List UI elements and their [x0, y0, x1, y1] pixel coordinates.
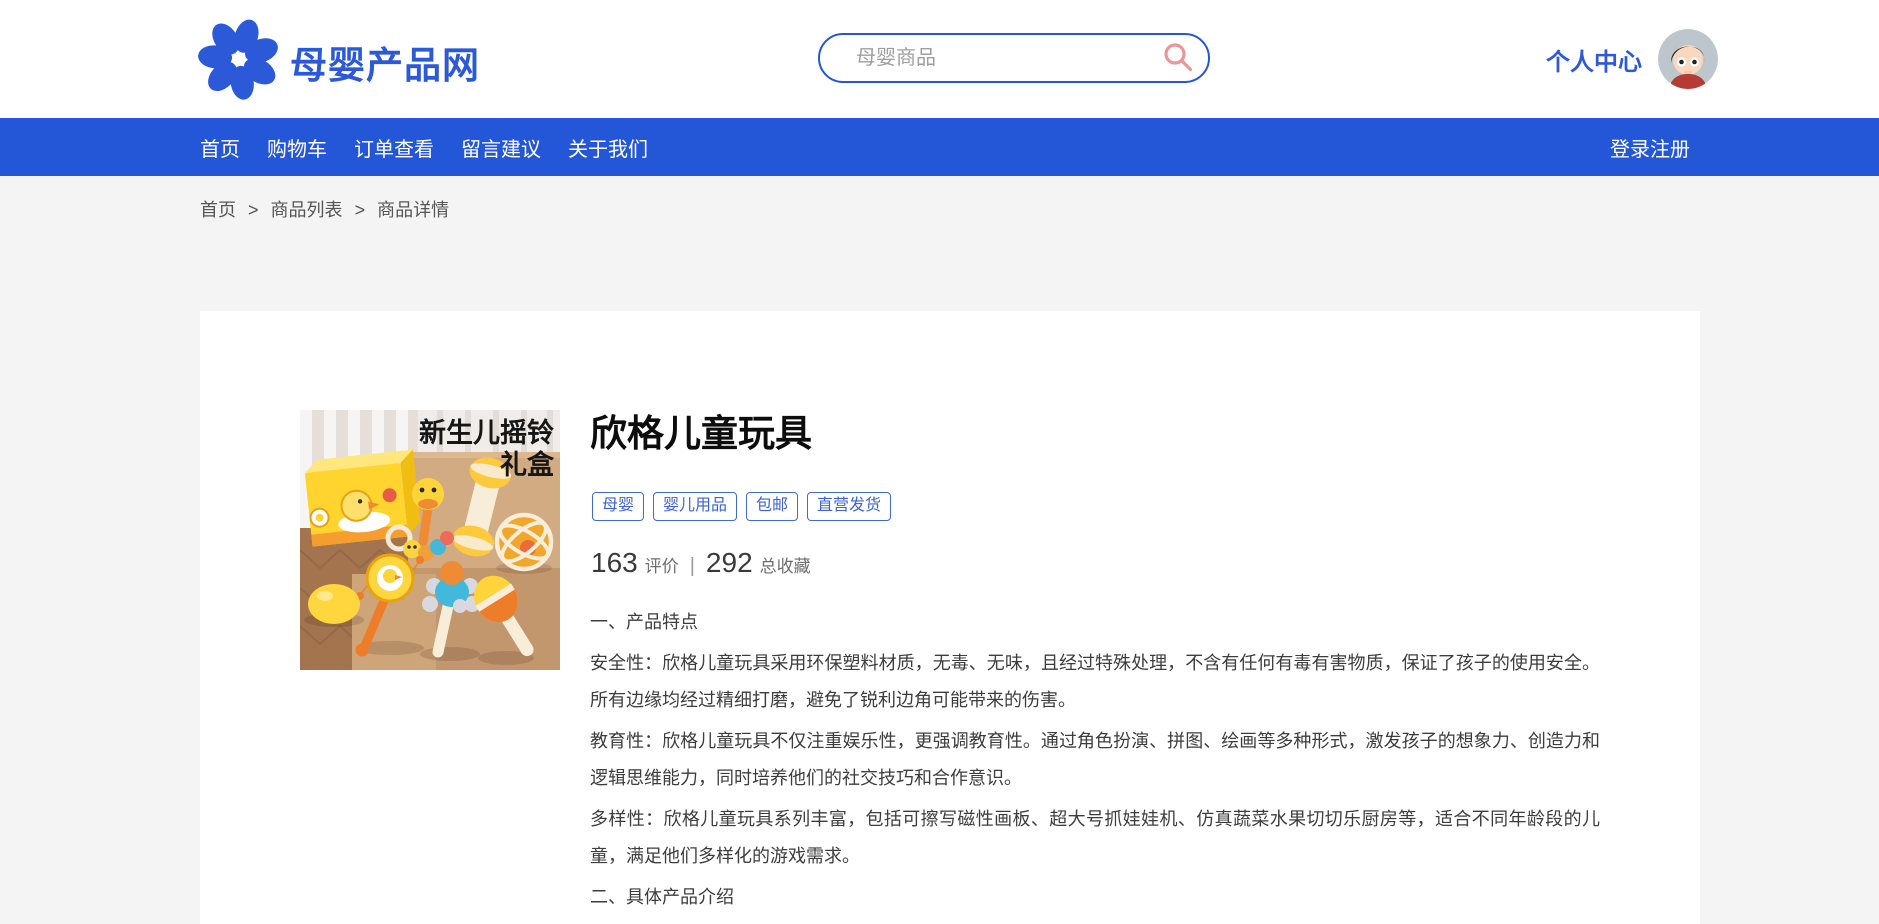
search-button[interactable]	[1162, 41, 1194, 76]
product-tags: 母婴 婴儿用品 包邮 直营发货	[592, 492, 891, 521]
search-icon	[1162, 41, 1194, 76]
site-logo[interactable]: 母婴产品网	[198, 18, 480, 105]
favorites-label: 总收藏	[760, 552, 811, 577]
nav-item-orders[interactable]: 订单查看	[354, 133, 434, 162]
tag-muying: 母婴	[592, 492, 644, 521]
nav-item-cart[interactable]: 购物车	[267, 133, 327, 162]
user-center-link[interactable]: 个人中心	[1546, 42, 1642, 77]
flower-logo-icon	[198, 18, 280, 105]
breadcrumb-separator: >	[248, 200, 259, 220]
product-title: 欣格儿童玩具	[590, 411, 812, 457]
desc-paragraph-clipped: 磁性画板：这款可擦写磁性画板配有多种磁性笔，孩子可以自由绘画、写字，轻松擦除，反…	[590, 920, 1600, 924]
reviews-count: 163	[591, 547, 638, 579]
product-stats: 163 评价 | 292 总收藏	[591, 547, 811, 579]
desc-paragraph-variety: 多样性：欣格儿童玩具系列丰富，包括可擦写磁性画板、超大号抓娃娃机、仿真蔬菜水果切…	[590, 801, 1600, 875]
favorites-count: 292	[706, 547, 753, 579]
breadcrumb-product-list[interactable]: 商品列表	[271, 200, 343, 220]
breadcrumb-current: 商品详情	[377, 200, 449, 220]
reviews-label: 评价	[645, 552, 679, 577]
search-input[interactable]	[856, 47, 1162, 70]
product-description: 一、产品特点 安全性：欣格儿童玩具采用环保塑料材质，无毒、无味，且经过特殊处理，…	[590, 604, 1600, 924]
tag-direct-sale: 直营发货	[807, 492, 891, 521]
desc-paragraph-safety: 安全性：欣格儿童玩具采用环保塑料材质，无毒、无味，且经过特殊处理，不含有任何有毒…	[590, 645, 1600, 719]
brand-name: 母婴产品网	[290, 35, 480, 89]
nav-item-feedback[interactable]: 留言建议	[461, 133, 541, 162]
nav-item-about[interactable]: 关于我们	[568, 133, 648, 162]
stats-divider: |	[690, 555, 695, 578]
login-register-link[interactable]: 登录注册	[1610, 133, 1690, 162]
image-caption-line1: 新生儿摇铃	[419, 417, 554, 448]
product-detail-card: 新生儿摇铃 礼盒 欣格儿童玩具 母婴 婴儿用品 包邮 直营发货 163 评价 |…	[200, 311, 1700, 924]
site-header: 母婴产品网 个人中心	[0, 0, 1879, 118]
breadcrumb: 首页 > 商品列表 > 商品详情	[200, 196, 449, 222]
tag-free-shipping: 包邮	[746, 492, 798, 521]
image-caption-line2: 礼盒	[500, 449, 555, 480]
breadcrumb-home[interactable]: 首页	[200, 200, 236, 220]
tag-baby-supplies: 婴儿用品	[653, 492, 737, 521]
search-bar	[818, 33, 1210, 83]
user-avatar[interactable]	[1658, 29, 1718, 89]
breadcrumb-separator: >	[355, 200, 366, 220]
main-nav: 首页 购物车 订单查看 留言建议 关于我们 登录注册	[0, 118, 1879, 176]
product-image: 新生儿摇铃 礼盒	[300, 410, 560, 670]
desc-section-heading-2: 二、具体产品介绍	[590, 879, 1600, 916]
user-area: 个人中心	[1546, 0, 1718, 118]
nav-item-home[interactable]: 首页	[200, 133, 240, 162]
desc-paragraph-education: 教育性：欣格儿童玩具不仅注重娱乐性，更强调教育性。通过角色扮演、拼图、绘画等多种…	[590, 723, 1600, 797]
desc-section-heading-1: 一、产品特点	[590, 604, 1600, 641]
